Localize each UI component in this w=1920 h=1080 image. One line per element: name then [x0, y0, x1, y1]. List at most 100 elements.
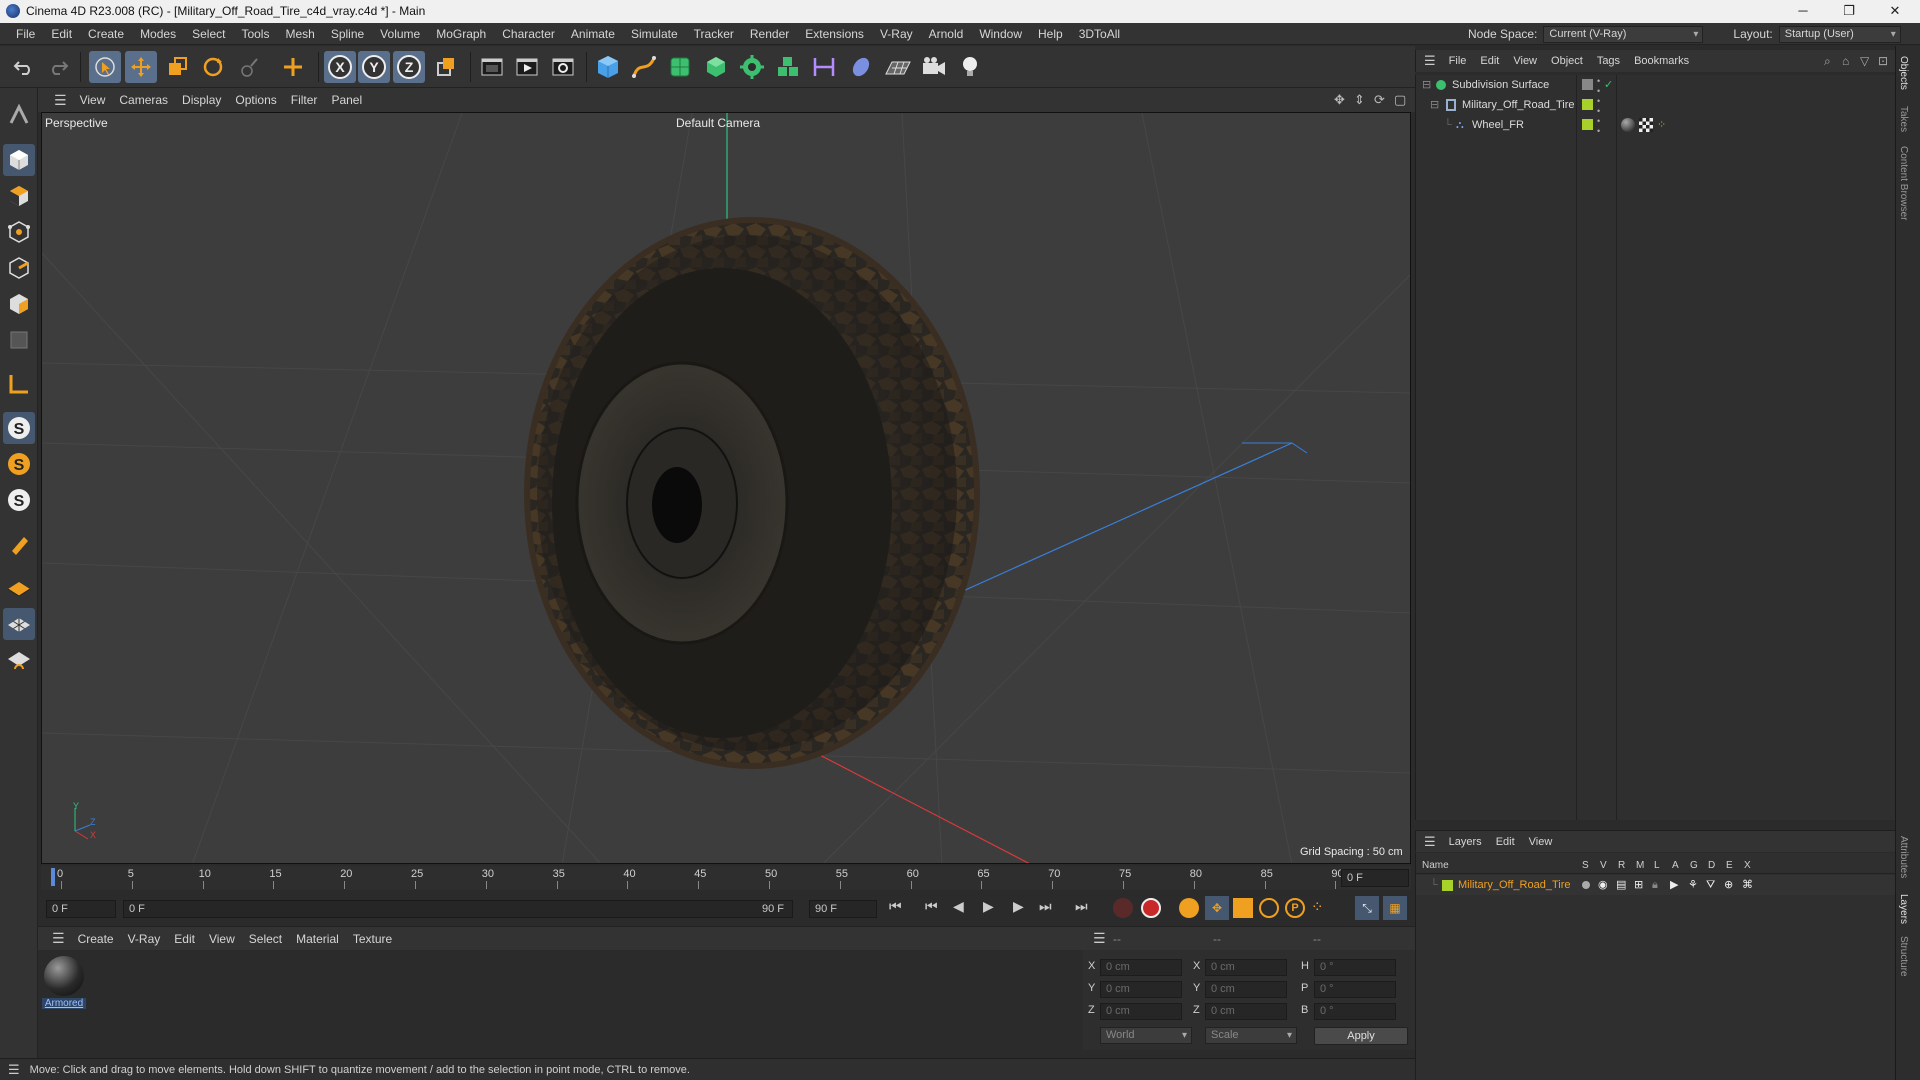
layer-lock-icon[interactable]: 🔒︎ — [1652, 875, 1658, 895]
layer-menu-icon[interactable]: ☰ — [1416, 834, 1442, 850]
enabled-check-icon[interactable]: ✓ — [1604, 75, 1613, 95]
rotate-icon[interactable] — [197, 51, 229, 83]
menu-character[interactable]: Character — [494, 23, 563, 45]
uv-mode-icon[interactable] — [3, 324, 35, 356]
minimize-button[interactable]: ─ — [1780, 0, 1826, 23]
play-forward-icon[interactable]: ▶ — [983, 898, 994, 915]
pos-z-field[interactable]: 0 cm — [1100, 1003, 1182, 1020]
viewport-menu-panel[interactable]: Panel — [324, 88, 369, 112]
tab-takes[interactable]: Takes — [1898, 106, 1909, 132]
timeline-playhead[interactable] — [51, 868, 55, 886]
motion-system-icon[interactable]: ⤡ — [1355, 896, 1379, 920]
key-scale-icon[interactable] — [1233, 898, 1253, 918]
object-filter-icon[interactable]: ▽ — [1860, 54, 1869, 68]
recent-tools-icon[interactable] — [233, 51, 265, 83]
object-menu-view[interactable]: View — [1506, 50, 1544, 72]
visibility-dots-icon[interactable]: • • — [1597, 96, 1600, 116]
key-parameter-icon[interactable]: P — [1285, 898, 1305, 918]
previous-frame-icon[interactable]: ◀ — [953, 898, 964, 915]
enable-axis-icon[interactable] — [3, 368, 35, 400]
viewport-maximize-icon[interactable]: ▢ — [1394, 92, 1406, 108]
snapping-icon[interactable]: S — [3, 412, 35, 444]
perspective-viewport[interactable] — [41, 112, 1411, 864]
layer-name[interactable]: Military_Off_Road_Tire — [1458, 875, 1571, 895]
model-mode-icon[interactable] — [3, 144, 35, 176]
key-pla-icon[interactable]: ⁘ — [1311, 898, 1324, 916]
grid-workplane-icon[interactable] — [3, 608, 35, 640]
deformer-bend-icon[interactable] — [772, 51, 804, 83]
viewport-pan-icon[interactable]: ✥ — [1334, 92, 1345, 108]
environment-sky-icon[interactable] — [845, 51, 877, 83]
menu-help[interactable]: Help — [1030, 23, 1071, 45]
subdivision-surface-icon[interactable] — [664, 51, 696, 83]
menu-volume[interactable]: Volume — [372, 23, 428, 45]
menu-animate[interactable]: Animate — [563, 23, 623, 45]
render-settings-icon[interactable] — [547, 51, 579, 83]
tab-attributes[interactable]: Attributes — [1898, 836, 1909, 878]
edge-mode-icon[interactable] — [3, 252, 35, 284]
maximize-button[interactable]: ❐ — [1826, 0, 1872, 23]
menu-simulate[interactable]: Simulate — [623, 23, 686, 45]
workplane-icon[interactable] — [3, 572, 35, 604]
viewport-menu-options[interactable]: Options — [228, 88, 283, 112]
menu-tools[interactable]: Tools — [233, 23, 277, 45]
pen-spline-icon[interactable] — [628, 51, 660, 83]
viewport-camera-name[interactable]: Default Camera — [676, 116, 760, 130]
menu-3dtoall[interactable]: 3DToAll — [1071, 23, 1128, 45]
layer-row[interactable]: └ Military_Off_Road_Tire ◉ ▤ ⊞ 🔒︎ ▶ ⚘ ⛛ … — [1416, 875, 1896, 895]
layer-menu-view[interactable]: View — [1522, 831, 1560, 853]
object-menu-file[interactable]: File — [1442, 50, 1474, 72]
material-menu-select[interactable]: Select — [242, 927, 289, 951]
object-search-icon[interactable]: ⌕ — [1824, 54, 1831, 69]
material-menu-texture[interactable]: Texture — [346, 927, 399, 951]
layer-animation-icon[interactable]: ▶ — [1670, 875, 1678, 895]
previous-key-icon[interactable]: ⏮ — [925, 898, 938, 915]
layer-visible-icon[interactable]: ◉ — [1598, 875, 1608, 895]
pos-y-field[interactable]: 0 cm — [1100, 981, 1182, 998]
key-position-icon[interactable]: ✥ — [1205, 896, 1229, 920]
menu-edit[interactable]: Edit — [43, 23, 80, 45]
menu-modes[interactable]: Modes — [132, 23, 184, 45]
extrude-icon[interactable] — [700, 51, 732, 83]
locked-workplane-icon[interactable] — [3, 644, 35, 676]
material-swatch[interactable]: Armored — [42, 954, 86, 1012]
object-new-window-icon[interactable]: ⊡ — [1878, 54, 1888, 68]
close-button[interactable]: ✕ — [1872, 0, 1918, 23]
material-menu-view[interactable]: View — [202, 927, 242, 951]
floor-grid-icon[interactable] — [882, 51, 914, 83]
move-icon[interactable] — [125, 51, 157, 83]
layer-solo-icon[interactable] — [1582, 881, 1590, 889]
size-mode-dropdown[interactable]: Scale — [1205, 1027, 1297, 1044]
viewport-menu-icon[interactable]: ☰ — [48, 92, 73, 109]
solo-hierarchy-icon[interactable]: S — [3, 484, 35, 516]
viewport-menu-view[interactable]: View — [73, 88, 113, 112]
menu-mograph[interactable]: MoGraph — [428, 23, 494, 45]
make-editable-icon[interactable] — [3, 100, 35, 132]
collapse-icon[interactable]: ⊟ — [1422, 75, 1431, 95]
tab-content-browser[interactable]: Content Browser — [1898, 146, 1909, 220]
menu-extensions[interactable]: Extensions — [797, 23, 872, 45]
viewport-menu-display[interactable]: Display — [175, 88, 228, 112]
tire-model[interactable] — [524, 217, 980, 769]
object-menu-icon[interactable]: ☰ — [1416, 53, 1442, 69]
layer-color-icon[interactable] — [1582, 119, 1593, 130]
tab-objects[interactable]: Objects — [1898, 56, 1909, 90]
undo-icon[interactable] — [8, 51, 40, 83]
visibility-dots-icon[interactable]: • • — [1597, 116, 1600, 136]
rot-p-field[interactable]: 0 ° — [1314, 981, 1396, 998]
object-menu-bookmarks[interactable]: Bookmarks — [1627, 50, 1696, 72]
material-menu-create[interactable]: Create — [71, 927, 121, 951]
render-view-icon[interactable] — [476, 51, 508, 83]
render-to-picture-viewer-icon[interactable] — [511, 51, 543, 83]
material-menu-material[interactable]: Material — [289, 927, 346, 951]
size-y-field[interactable]: 0 cm — [1205, 981, 1287, 998]
layer-color-icon[interactable] — [1582, 99, 1593, 110]
next-key-icon[interactable]: ⏭ — [1039, 898, 1052, 915]
live-select-icon[interactable] — [89, 51, 121, 83]
layout-dropdown[interactable]: Startup (User) — [1778, 25, 1901, 43]
preview-range-slider[interactable]: 0 F 90 F — [123, 900, 793, 918]
next-frame-icon[interactable]: ▶ — [1013, 898, 1024, 915]
object-home-icon[interactable]: ⌂ — [1842, 54, 1849, 68]
go-to-start-icon[interactable]: ⏮ — [889, 898, 902, 915]
menu-mesh[interactable]: Mesh — [277, 23, 322, 45]
